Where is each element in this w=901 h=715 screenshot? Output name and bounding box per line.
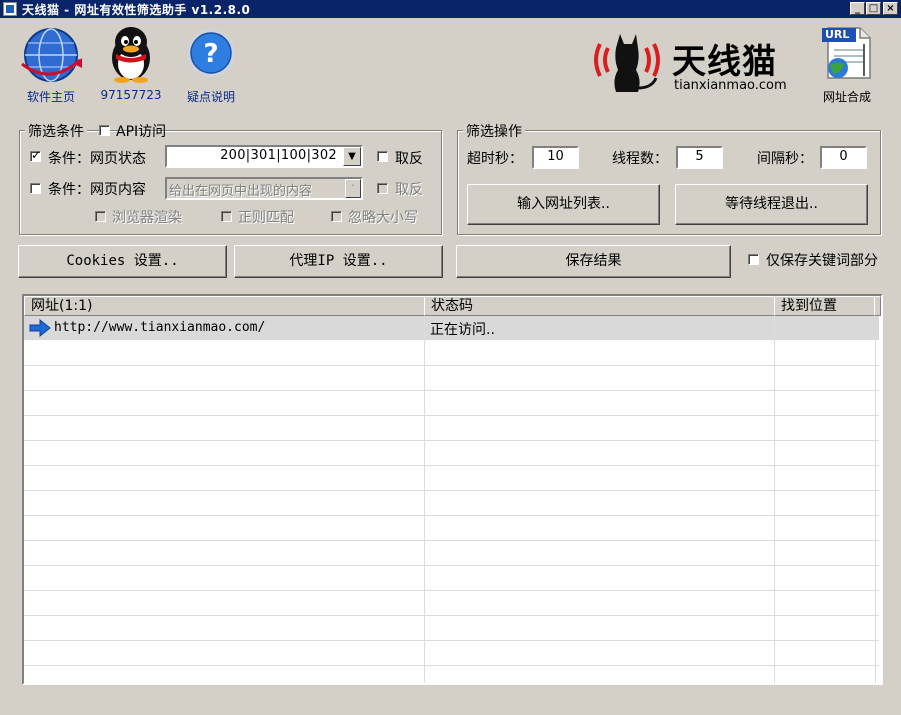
title-bar: 天线猫 - 网址有效性筛选助手 v1.2.8.0 _ □ × xyxy=(0,0,901,18)
help-label: 疑点说明 xyxy=(186,90,235,104)
keyword-only-checkbox[interactable] xyxy=(748,254,759,265)
ops-group-title: 筛选操作 xyxy=(463,121,525,141)
maximize-button[interactable]: □ xyxy=(866,2,881,15)
column-divider xyxy=(774,316,775,683)
row-divider xyxy=(24,440,879,441)
url-badge: URL xyxy=(825,28,850,41)
chevron-down-icon[interactable]: ▼ xyxy=(343,147,361,166)
keyword-only-label: 仅保存关键词部分 xyxy=(766,253,878,269)
minimize-button[interactable]: _ xyxy=(850,2,865,15)
timeout-input[interactable]: 10 xyxy=(532,146,579,169)
brand-name: 天线猫 xyxy=(672,42,777,82)
save-results-button[interactable]: 保存结果 xyxy=(456,245,731,278)
cond1-checkbox[interactable] xyxy=(30,148,41,162)
results-table[interactable]: 网址(1:1) 状态码 找到位置 http://www.tianxianmao.… xyxy=(22,294,883,685)
wait-threads-exit-button[interactable]: 等待线程退出.. xyxy=(675,184,868,225)
cond1-label: 条件：网页状态 xyxy=(48,151,146,167)
close-button[interactable]: × xyxy=(883,2,898,15)
qq-penguin-icon xyxy=(112,27,150,83)
url-merge-label: 网址合成 xyxy=(822,90,871,104)
brand-domain: tianxianmao.com xyxy=(674,78,787,93)
api-access-checkbox[interactable] xyxy=(99,125,110,136)
antenna-cat-icon xyxy=(594,34,660,92)
help-button[interactable]: ? 疑点说明 xyxy=(178,24,244,104)
window-title: 天线猫 - 网址有效性筛选助手 v1.2.8.0 xyxy=(22,3,251,17)
cond2-checkbox[interactable] xyxy=(30,183,41,194)
browser-render-label: 浏览器渲染 xyxy=(112,210,182,226)
qq-label: 97157723 xyxy=(100,88,162,102)
timeout-label: 超时秒： xyxy=(467,151,523,167)
homepage-button[interactable]: 软件主页 xyxy=(18,24,84,104)
cond2-invert-label: 取反 xyxy=(395,182,423,198)
row-divider xyxy=(24,365,879,366)
ignore-case-checkbox xyxy=(331,211,342,222)
column-header-status[interactable]: 状态码 xyxy=(424,296,775,316)
column-header-filler xyxy=(874,296,881,316)
interval-label: 间隔秒： xyxy=(757,151,813,167)
regex-checkbox xyxy=(221,211,232,222)
filter-group-title: 筛选条件 xyxy=(25,121,87,141)
table-row[interactable]: http://www.tianxianmao.com/ 正在访问.. xyxy=(24,316,879,340)
globe-icon xyxy=(21,28,82,82)
api-access-label: API访问 xyxy=(116,124,167,140)
row-divider xyxy=(24,565,879,566)
row-url: http://www.tianxianmao.com/ xyxy=(54,320,266,335)
row-divider xyxy=(24,415,879,416)
cond1-invert-label: 取反 xyxy=(395,151,423,167)
row-divider xyxy=(24,615,879,616)
qq-button[interactable]: 97157723 xyxy=(98,24,164,104)
brand-logo: 天线猫 tianxianmao.com xyxy=(590,30,790,96)
page-content-placeholder: 给出在网页中出现的内容 xyxy=(169,184,313,199)
url-merge-button[interactable]: URL 网址合成 xyxy=(814,24,880,104)
row-divider xyxy=(24,540,879,541)
cond2-invert-checkbox xyxy=(377,183,388,194)
row-divider xyxy=(24,590,879,591)
threads-label: 线程数： xyxy=(612,151,668,167)
interval-input[interactable]: 0 xyxy=(820,146,867,169)
row-divider xyxy=(24,465,879,466)
column-divider xyxy=(875,316,876,683)
homepage-label: 软件主页 xyxy=(26,90,75,104)
ignore-case-label: 忽略大小写 xyxy=(348,210,418,226)
app-icon xyxy=(3,2,17,16)
svg-text:?: ? xyxy=(203,39,218,69)
browser-render-checkbox xyxy=(95,211,106,222)
cond1-invert-checkbox[interactable] xyxy=(377,151,388,162)
row-divider xyxy=(24,490,879,491)
row-divider xyxy=(24,390,879,391)
status-code-combo[interactable]: 200|301|100|302 ▼ xyxy=(165,145,363,168)
page-content-combo[interactable]: 给出在网页中出现的内容 ˙ xyxy=(165,177,363,200)
column-divider xyxy=(424,316,425,683)
input-url-list-button[interactable]: 输入网址列表.. xyxy=(467,184,660,225)
arrow-right-icon xyxy=(29,319,51,337)
cookies-settings-button[interactable]: Cookies 设置.. xyxy=(18,245,227,278)
cond2-label: 条件：网页内容 xyxy=(48,182,146,198)
column-header-position[interactable]: 找到位置 xyxy=(774,296,875,316)
column-header-url[interactable]: 网址(1:1) xyxy=(24,296,425,316)
status-code-value: 200|301|100|302 xyxy=(220,148,337,163)
proxy-ip-settings-button[interactable]: 代理IP 设置.. xyxy=(234,245,443,278)
regex-label: 正则匹配 xyxy=(238,210,294,226)
chevron-down-icon[interactable]: ˙ xyxy=(345,179,361,198)
threads-input[interactable]: 5 xyxy=(676,146,723,169)
row-divider xyxy=(24,640,879,641)
help-icon: ? xyxy=(187,29,235,77)
row-divider xyxy=(24,665,879,666)
row-status: 正在访问.. xyxy=(430,322,495,338)
row-divider xyxy=(24,515,879,516)
